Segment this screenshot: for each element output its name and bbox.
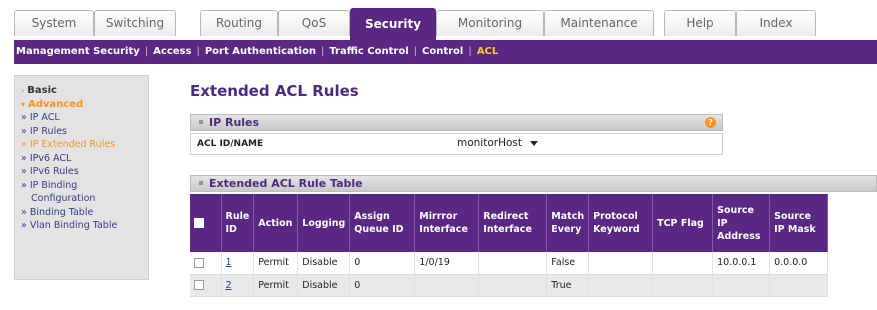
subnav-traffic-control[interactable]: Traffic Control bbox=[329, 40, 408, 64]
rule-table-header: Extended ACL Rule Table bbox=[190, 175, 877, 192]
sidebar-item-advanced[interactable]: ▾ Advanced bbox=[15, 98, 148, 112]
column-header: TCP Flag bbox=[652, 194, 714, 252]
rule-id-cell: 1 bbox=[221, 252, 255, 275]
ip-rules-header: IP Rules ? bbox=[190, 114, 723, 131]
rule-id-link[interactable]: 1 bbox=[226, 257, 232, 268]
section-title: Extended ACL Rule Table bbox=[209, 177, 363, 190]
table-cell: 0.0.0.0 bbox=[769, 252, 829, 275]
dropdown-arrow-icon bbox=[530, 140, 538, 146]
table-row: 2 Permit Disable 0 True bbox=[190, 274, 829, 297]
sidebar-item-binding-table[interactable]: » Binding Table bbox=[15, 206, 148, 220]
subnav-separator: | bbox=[413, 46, 418, 57]
tab-help[interactable]: Help bbox=[664, 10, 736, 36]
tab-routing[interactable]: Routing bbox=[200, 10, 278, 36]
select-all-column bbox=[190, 194, 222, 252]
page-title: Extended ACL Rules bbox=[190, 82, 359, 100]
column-header: Protocol Keyword bbox=[588, 194, 654, 252]
tab-system[interactable]: System bbox=[14, 10, 94, 36]
table-cell bbox=[478, 252, 548, 275]
table-cell bbox=[652, 252, 714, 275]
sidebar-item-ipv6-acl[interactable]: » IPv6 ACL bbox=[15, 152, 148, 166]
column-header: Action bbox=[253, 194, 299, 252]
sidebar-item-basic[interactable]: › Basic bbox=[15, 84, 148, 98]
main-tab-bar: System Switching Routing QoS Security Mo… bbox=[0, 0, 877, 40]
sidebar-item-label: Advanced bbox=[28, 98, 84, 110]
tab-monitoring[interactable]: Monitoring bbox=[436, 10, 544, 36]
column-header: Logging bbox=[297, 194, 351, 252]
tab-qos[interactable]: QoS bbox=[278, 10, 350, 36]
sidebar-item-ip-extended-rules[interactable]: » IP Extended Rules bbox=[15, 138, 148, 152]
subnav-acl[interactable]: ACL bbox=[477, 40, 498, 64]
section-title: IP Rules bbox=[209, 116, 260, 129]
table-cell: 1/0/19 bbox=[414, 252, 480, 275]
column-header: Mirrror Interface bbox=[414, 194, 480, 252]
table-cell: False bbox=[546, 252, 590, 275]
row-select-cell bbox=[190, 274, 222, 297]
acl-id-select[interactable]: monitorHost bbox=[457, 137, 538, 149]
table-cell: True bbox=[546, 274, 590, 297]
table-cell bbox=[414, 274, 480, 297]
acl-id-label: ACL ID/NAME bbox=[197, 139, 264, 149]
chevron-down-icon: ▾ bbox=[21, 99, 26, 109]
tab-security[interactable]: Security bbox=[350, 8, 436, 40]
help-icon[interactable]: ? bbox=[705, 117, 716, 128]
table-cell: 0 bbox=[349, 252, 416, 275]
column-header: Rule ID bbox=[221, 194, 255, 252]
subnav-separator: | bbox=[320, 46, 325, 57]
rule-id-cell: 2 bbox=[221, 274, 255, 297]
subnav-port-authentication[interactable]: Port Authentication bbox=[205, 40, 316, 64]
sidebar-item-ipv6-rules[interactable]: » IPv6 Rules bbox=[15, 165, 148, 179]
column-header: Source IP Mask bbox=[769, 194, 829, 252]
tab-switching[interactable]: Switching bbox=[94, 10, 176, 36]
table-cell: Disable bbox=[297, 252, 351, 275]
sidebar: › Basic ▾ Advanced » IP ACL » IP Rules » I… bbox=[14, 75, 149, 280]
table-cell: 0 bbox=[349, 274, 416, 297]
table-cell bbox=[769, 274, 829, 297]
tab-maintenance[interactable]: Maintenance bbox=[544, 10, 654, 36]
subnav-control[interactable]: Control bbox=[422, 40, 463, 64]
table-row: 1 Permit Disable 0 1/0/19 False 10.0.0.1… bbox=[190, 252, 829, 275]
sidebar-item-ip-acl[interactable]: » IP ACL bbox=[15, 111, 148, 125]
tab-index[interactable]: Index bbox=[736, 10, 816, 36]
table-cell bbox=[588, 274, 654, 297]
sidebar-item-vlan-binding-table[interactable]: » Vlan Binding Table bbox=[15, 219, 148, 233]
table-cell bbox=[478, 274, 548, 297]
column-header: Assign Queue ID bbox=[349, 194, 416, 252]
sidebar-item-ip-rules[interactable]: » IP Rules bbox=[15, 125, 148, 139]
table-cell: Disable bbox=[297, 274, 351, 297]
bullet-icon bbox=[199, 181, 203, 185]
rule-id-link[interactable]: 2 bbox=[226, 280, 232, 291]
sidebar-item-label: Basic bbox=[27, 85, 57, 96]
table-cell bbox=[588, 252, 654, 275]
table-cell: Permit bbox=[253, 252, 299, 275]
row-checkbox[interactable] bbox=[194, 257, 204, 268]
column-header: Match Every bbox=[546, 194, 590, 252]
sidebar-item-ip-binding[interactable]: » IP Binding bbox=[15, 179, 148, 193]
table-cell bbox=[652, 274, 714, 297]
table-header-row: Rule ID Action Logging Assign Queue ID M… bbox=[190, 194, 829, 252]
extended-acl-rule-table: Rule ID Action Logging Assign Queue ID M… bbox=[190, 194, 829, 297]
row-select-cell bbox=[190, 252, 222, 275]
table-cell bbox=[712, 274, 771, 297]
table-cell: Permit bbox=[253, 274, 299, 297]
subnav-separator: | bbox=[144, 46, 149, 57]
column-header: Redirect Interface bbox=[478, 194, 548, 252]
subnav-access[interactable]: Access bbox=[153, 40, 191, 64]
subnav-separator: | bbox=[468, 46, 472, 57]
bullet-icon bbox=[199, 120, 203, 124]
chevron-right-icon: › bbox=[21, 86, 25, 95]
sub-navigation: Management Security | Access | Port Authenti… bbox=[14, 40, 877, 64]
acl-id-row: ACL ID/NAME monitorHost bbox=[190, 133, 723, 155]
acl-id-value: monitorHost bbox=[457, 137, 522, 149]
table-cell: 10.0.0.1 bbox=[712, 252, 771, 275]
column-header: Source IP Address bbox=[712, 194, 771, 252]
subnav-management-security[interactable]: Management Security bbox=[14, 40, 140, 64]
select-all-checkbox[interactable] bbox=[194, 218, 204, 228]
sidebar-item-configuration[interactable]: Configuration bbox=[15, 192, 148, 206]
row-checkbox[interactable] bbox=[194, 280, 204, 290]
subnav-separator: | bbox=[196, 46, 200, 57]
